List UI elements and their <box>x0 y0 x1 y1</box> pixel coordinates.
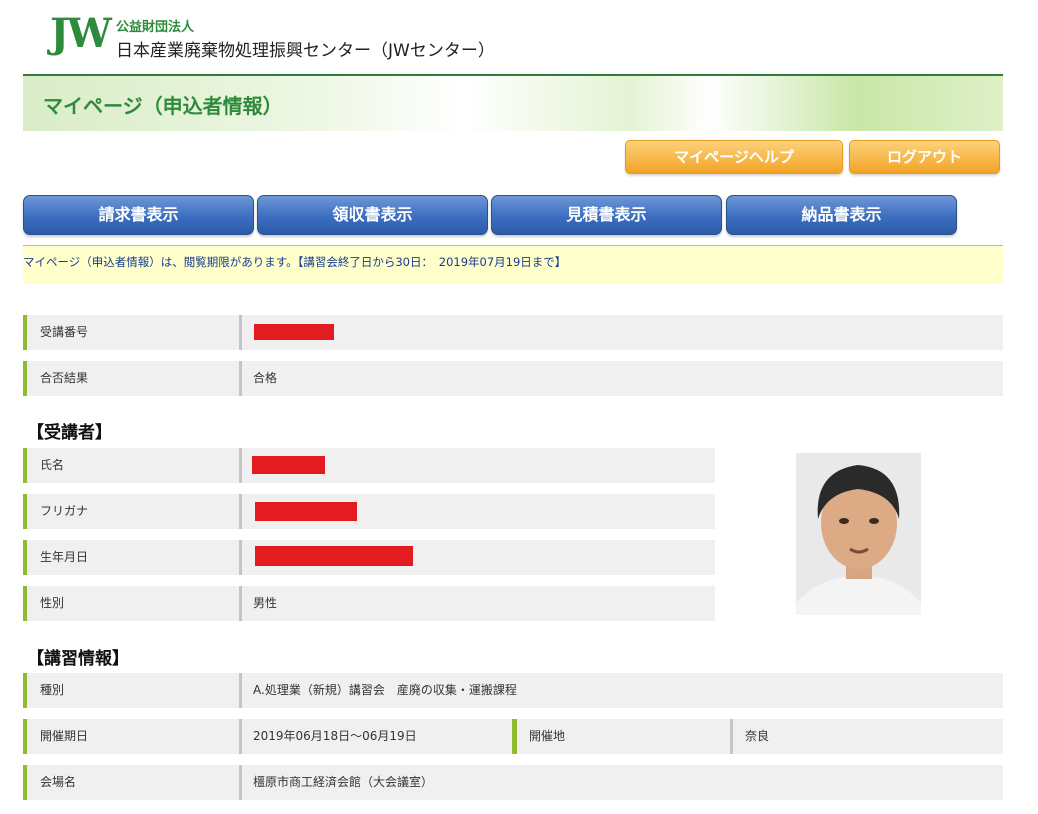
venue-value: 橿原市商工経済会館（大会議室） <box>253 775 434 789</box>
course-place-label: 開催地 <box>529 729 566 743</box>
course-section-title: 【講習情報】 <box>27 649 129 669</box>
row-separator <box>239 719 242 754</box>
course-place-value: 奈良 <box>745 729 770 743</box>
receipt-button[interactable]: 領収書表示 <box>257 195 488 235</box>
row-separator <box>239 765 242 800</box>
notice-text: マイページ（申込者情報）は、閲覧期限があります。【講習会終了日から30日： 20… <box>23 255 567 269</box>
row-separator <box>239 586 242 621</box>
course-date-label: 開催期日 <box>23 719 241 754</box>
attendee-section-title: 【受講者】 <box>27 423 112 443</box>
redacted-birthdate <box>255 546 413 566</box>
result-row: 合否結果 合格 <box>23 361 1003 396</box>
venue-row: 会場名 橿原市商工経済会館（大会議室） <box>23 765 1003 800</box>
kana-label: フリガナ <box>23 494 241 529</box>
page-banner: マイページ（申込者情報） <box>23 76 1003 131</box>
page-title: マイページ（申込者情報） <box>43 94 283 118</box>
row-separator <box>730 719 733 754</box>
venue-label: 会場名 <box>23 765 241 800</box>
place-label-accent <box>512 719 517 754</box>
name-label: 氏名 <box>23 448 241 483</box>
row-separator <box>239 448 242 483</box>
row-separator <box>239 315 242 350</box>
exam-number-row: 受講番号 <box>23 315 1003 350</box>
org-type: 公益財団法人 <box>116 20 195 35</box>
delivery-note-button[interactable]: 納品書表示 <box>726 195 957 235</box>
exam-number-label: 受講番号 <box>23 315 241 350</box>
name-row: 氏名 <box>23 448 715 483</box>
org-name: 日本産業廃棄物処理振興センター（JWセンター） <box>116 41 495 61</box>
invoice-button[interactable]: 請求書表示 <box>23 195 254 235</box>
row-separator <box>239 540 242 575</box>
redacted-exam-number <box>254 324 334 340</box>
mypage-help-button[interactable]: マイページヘルプ <box>625 140 843 174</box>
redacted-name <box>252 456 325 474</box>
estimate-button[interactable]: 見積書表示 <box>491 195 722 235</box>
logout-button[interactable]: ログアウト <box>849 140 1000 174</box>
notice-divider <box>23 278 1003 284</box>
kana-row: フリガナ <box>23 494 715 529</box>
course-date-row: 開催期日 2019年06月18日～06月19日 開催地 奈良 <box>23 719 1003 754</box>
birthdate-row: 生年月日 <box>23 540 715 575</box>
result-label: 合否結果 <box>23 361 241 396</box>
course-date-value: 2019年06月18日～06月19日 <box>253 729 417 743</box>
row-separator <box>239 361 242 396</box>
row-separator <box>239 673 242 708</box>
course-type-value: A.処理業（新規）講習会 産廃の収集・運搬課程 <box>253 683 517 697</box>
portrait-image <box>796 453 921 615</box>
redacted-kana <box>255 502 357 521</box>
birthdate-label: 生年月日 <box>23 540 241 575</box>
gender-value: 男性 <box>253 596 278 610</box>
result-value: 合格 <box>253 371 278 385</box>
jw-logo: JW <box>50 10 112 57</box>
course-type-row: 種別 A.処理業（新規）講習会 産廃の収集・運搬課程 <box>23 673 1003 708</box>
course-type-label: 種別 <box>23 673 241 708</box>
row-separator <box>239 494 242 529</box>
attendee-photo <box>796 453 921 615</box>
gender-label: 性別 <box>23 586 241 621</box>
gender-row: 性別 男性 <box>23 586 715 621</box>
notice-bar: マイページ（申込者情報）は、閲覧期限があります。【講習会終了日から30日： 20… <box>23 245 1003 279</box>
